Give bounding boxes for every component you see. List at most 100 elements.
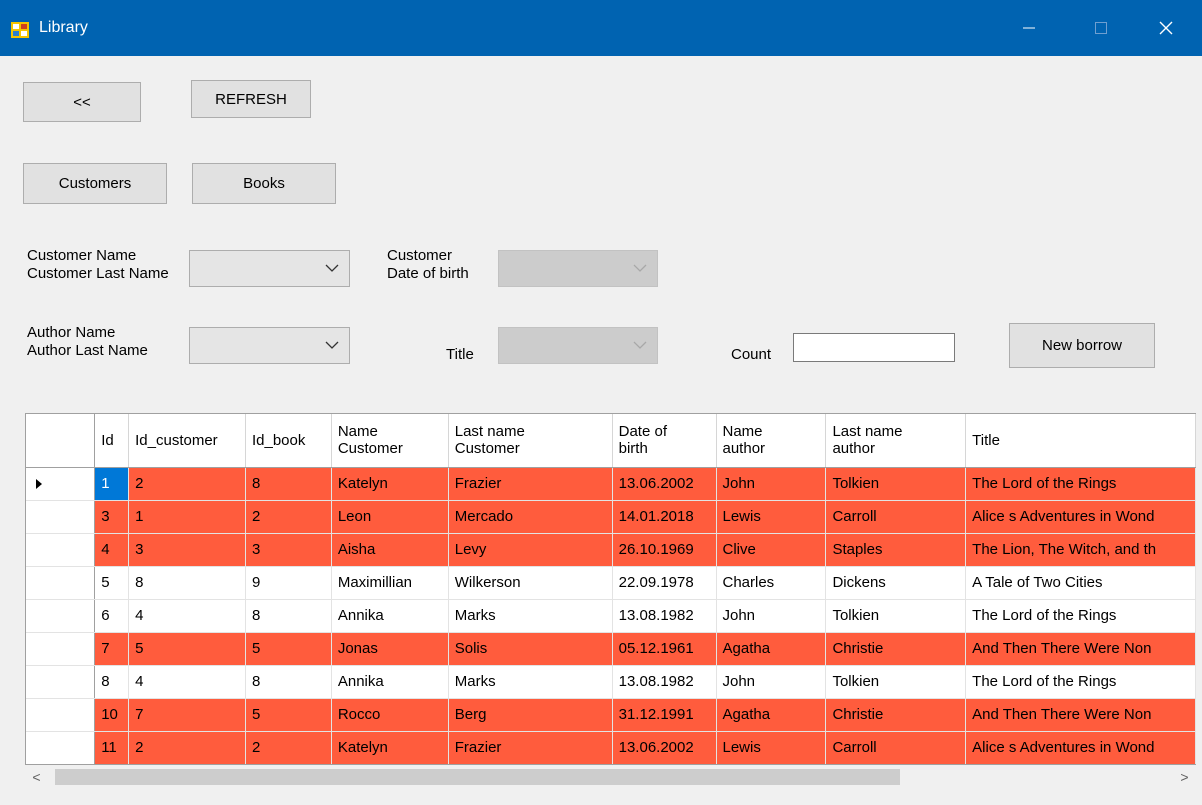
cell-id-book[interactable]: 2 bbox=[245, 731, 332, 764]
row-header[interactable] bbox=[26, 566, 96, 600]
cell-id[interactable]: 10 bbox=[94, 698, 130, 732]
cell-id-customer[interactable]: 4 bbox=[128, 599, 246, 633]
cell-id-customer[interactable]: 8 bbox=[128, 566, 246, 600]
cell-date-of-birth[interactable]: 13.06.2002 bbox=[612, 731, 717, 764]
row-header[interactable] bbox=[26, 500, 96, 534]
cell-last-name-customer[interactable]: Levy bbox=[448, 533, 613, 567]
grid-corner-header[interactable] bbox=[26, 414, 96, 468]
cell-last-name-author[interactable]: Staples bbox=[825, 533, 967, 567]
table-row[interactable]: 5 8 9 Maximillian Wilkerson 22.09.1978 Charles… bbox=[26, 566, 1196, 600]
cell-id[interactable]: 7 bbox=[94, 632, 130, 666]
column-header-last-name-author[interactable]: Last name author bbox=[825, 414, 967, 468]
column-header-last-name-customer[interactable]: Last name Customer bbox=[448, 414, 613, 468]
minimize-button[interactable] bbox=[993, 0, 1065, 56]
cell-date-of-birth[interactable]: 26.10.1969 bbox=[612, 533, 717, 567]
cell-last-name-author[interactable]: Christie bbox=[825, 632, 967, 666]
refresh-button[interactable]: REFRESH bbox=[191, 80, 311, 118]
cell-name-author[interactable]: Lewis bbox=[716, 731, 827, 764]
row-header[interactable] bbox=[26, 599, 96, 633]
cell-name-customer[interactable]: Katelyn bbox=[331, 467, 449, 501]
table-row[interactable]: 3 1 2 Leon Mercado 14.01.2018 Lewis Carroll Alic… bbox=[26, 500, 1196, 534]
cell-title[interactable]: The Lord of the Rings bbox=[965, 599, 1196, 633]
cell-title[interactable]: And Then There Were Non bbox=[965, 632, 1196, 666]
cell-date-of-birth[interactable]: 14.01.2018 bbox=[612, 500, 717, 534]
cell-id-customer[interactable]: 2 bbox=[128, 731, 246, 764]
cell-date-of-birth[interactable]: 13.06.2002 bbox=[612, 467, 717, 501]
table-row[interactable]: 1 2 8 Katelyn Frazier 13.06.2002 John Tolkien Th… bbox=[26, 467, 1196, 501]
cell-last-name-author[interactable]: Christie bbox=[825, 698, 967, 732]
cell-id-customer[interactable]: 7 bbox=[128, 698, 246, 732]
table-row[interactable]: 6 4 8 Annika Marks 13.08.1982 John Tolkien The L… bbox=[26, 599, 1196, 633]
cell-id-customer[interactable]: 5 bbox=[128, 632, 246, 666]
column-header-date-of-birth[interactable]: Date of birth bbox=[612, 414, 717, 468]
cell-name-customer[interactable]: Annika bbox=[331, 665, 449, 699]
cell-last-name-author[interactable]: Carroll bbox=[825, 731, 967, 764]
cell-title[interactable]: Alice s Adventures in Wond bbox=[965, 731, 1196, 764]
cell-title[interactable]: Alice s Adventures in Wond bbox=[965, 500, 1196, 534]
cell-name-author[interactable]: Agatha bbox=[716, 632, 827, 666]
table-row[interactable]: 4 3 3 Aisha Levy 26.10.1969 Clive Staples The Li… bbox=[26, 533, 1196, 567]
cell-id-book[interactable]: 3 bbox=[245, 533, 332, 567]
cell-last-name-customer[interactable]: Frazier bbox=[448, 467, 613, 501]
cell-name-customer[interactable]: Leon bbox=[331, 500, 449, 534]
back-button[interactable]: << bbox=[23, 82, 141, 122]
cell-last-name-author[interactable]: Dickens bbox=[825, 566, 967, 600]
cell-id[interactable]: 5 bbox=[94, 566, 130, 600]
cell-id[interactable]: 1 bbox=[94, 467, 130, 501]
cell-name-customer[interactable]: Maximillian bbox=[331, 566, 449, 600]
cell-date-of-birth[interactable]: 31.12.1991 bbox=[612, 698, 717, 732]
cell-id-book[interactable]: 2 bbox=[245, 500, 332, 534]
cell-title[interactable]: A Tale of Two Cities bbox=[965, 566, 1196, 600]
cell-id-customer[interactable]: 1 bbox=[128, 500, 246, 534]
scroll-left-icon[interactable]: < bbox=[25, 765, 48, 788]
table-row[interactable]: 10 7 5 Rocco Berg 31.12.1991 Agatha Christie And… bbox=[26, 698, 1196, 732]
borrows-grid[interactable]: Id Id_customer Id_book Name Customer Las… bbox=[25, 413, 1196, 765]
column-header-id-book[interactable]: Id_book bbox=[245, 414, 332, 468]
cell-date-of-birth[interactable]: 13.08.1982 bbox=[612, 599, 717, 633]
scrollbar-thumb[interactable] bbox=[55, 769, 900, 785]
cell-id-book[interactable]: 5 bbox=[245, 632, 332, 666]
cell-id-customer[interactable]: 3 bbox=[128, 533, 246, 567]
count-input[interactable] bbox=[793, 333, 955, 362]
cell-id[interactable]: 6 bbox=[94, 599, 130, 633]
column-header-name-customer[interactable]: Name Customer bbox=[331, 414, 449, 468]
cell-title[interactable]: The Lion, The Witch, and th bbox=[965, 533, 1196, 567]
cell-last-name-author[interactable]: Tolkien bbox=[825, 467, 967, 501]
cell-name-author[interactable]: Charles bbox=[716, 566, 827, 600]
cell-id-customer[interactable]: 4 bbox=[128, 665, 246, 699]
cell-id-book[interactable]: 8 bbox=[245, 665, 332, 699]
scroll-right-icon[interactable]: > bbox=[1173, 765, 1196, 788]
customers-button[interactable]: Customers bbox=[23, 163, 167, 204]
cell-id[interactable]: 3 bbox=[94, 500, 130, 534]
new-borrow-button[interactable]: New borrow bbox=[1009, 323, 1155, 368]
author-name-combo[interactable] bbox=[189, 327, 350, 364]
table-row[interactable]: 8 4 8 Annika Marks 13.08.1982 John Tolkien The L… bbox=[26, 665, 1196, 699]
title-bar[interactable]: Library bbox=[0, 0, 1202, 56]
row-header[interactable] bbox=[26, 632, 96, 666]
cell-name-customer[interactable]: Katelyn bbox=[331, 731, 449, 764]
cell-id-book[interactable]: 9 bbox=[245, 566, 332, 600]
customer-name-combo[interactable] bbox=[189, 250, 350, 287]
cell-name-author[interactable]: Lewis bbox=[716, 500, 827, 534]
cell-last-name-customer[interactable]: Berg bbox=[448, 698, 613, 732]
cell-last-name-customer[interactable]: Frazier bbox=[448, 731, 613, 764]
horizontal-scrollbar[interactable]: < > bbox=[25, 765, 1196, 788]
cell-id-book[interactable]: 8 bbox=[245, 599, 332, 633]
customer-dob-combo[interactable] bbox=[498, 250, 658, 287]
cell-id-customer[interactable]: 2 bbox=[128, 467, 246, 501]
cell-name-author[interactable]: Clive bbox=[716, 533, 827, 567]
cell-last-name-customer[interactable]: Mercado bbox=[448, 500, 613, 534]
row-header[interactable] bbox=[26, 698, 96, 732]
table-row[interactable]: 7 5 5 Jonas Solis 05.12.1961 Agatha Christie And… bbox=[26, 632, 1196, 666]
title-combo[interactable] bbox=[498, 327, 658, 364]
cell-name-customer[interactable]: Rocco bbox=[331, 698, 449, 732]
cell-last-name-customer[interactable]: Solis bbox=[448, 632, 613, 666]
maximize-button[interactable] bbox=[1065, 0, 1137, 56]
cell-id[interactable]: 11 bbox=[94, 731, 130, 764]
cell-name-customer[interactable]: Jonas bbox=[331, 632, 449, 666]
row-header[interactable] bbox=[26, 665, 96, 699]
cell-id[interactable]: 8 bbox=[94, 665, 130, 699]
cell-id-book[interactable]: 8 bbox=[245, 467, 332, 501]
books-button[interactable]: Books bbox=[192, 163, 336, 204]
cell-last-name-author[interactable]: Tolkien bbox=[825, 665, 967, 699]
